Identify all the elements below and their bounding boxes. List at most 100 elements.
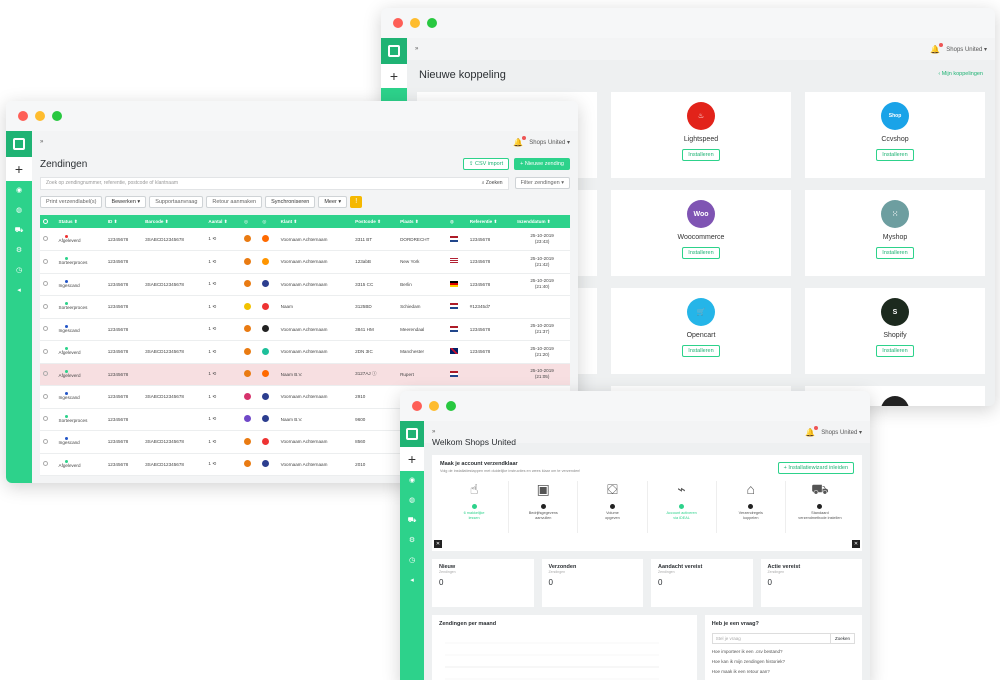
faq-link[interactable]: Hoe importeer ik een .csv bestand? (712, 649, 855, 654)
onboarding-step[interactable]: ☝ 6 makkelijke lessen (440, 481, 510, 533)
settings-icon[interactable]: ⚙ (400, 531, 424, 551)
globe-icon[interactable]: ◍ (6, 201, 32, 221)
column-header[interactable]: Klant ⬍ (278, 215, 352, 228)
row-checkbox[interactable] (40, 453, 56, 476)
row-checkbox[interactable] (40, 228, 56, 251)
support-request-button[interactable]: Supportaanvraag (149, 196, 204, 208)
maximize-window-button[interactable] (446, 401, 456, 411)
column-header[interactable]: Plaats ⬍ (397, 215, 447, 228)
filter-shipments-button[interactable]: Filter zendingen ▾ (514, 177, 570, 189)
column-header[interactable]: Aantal ⬍ (205, 215, 241, 228)
collapse-left-icon[interactable]: ✕ (434, 540, 442, 548)
column-header[interactable]: Inzenddatum ⬍ (514, 215, 570, 228)
stat-card[interactable]: Verzonden Zendingen 0 (541, 559, 643, 607)
row-checkbox[interactable] (40, 430, 56, 454)
stat-card[interactable]: Actie vereist Zendingen 0 (760, 559, 862, 607)
column-header[interactable]: Status ⬍ (56, 215, 105, 228)
close-window-button[interactable] (412, 401, 422, 411)
install-button[interactable]: Installeren (876, 149, 914, 161)
select-all-checkbox[interactable] (40, 215, 56, 228)
row-checkbox[interactable] (40, 273, 56, 296)
megaphone-icon[interactable]: ◂ (400, 571, 424, 591)
question-input[interactable]: Stel je vraag (711, 633, 831, 644)
close-window-button[interactable] (18, 111, 28, 121)
row-checkbox[interactable] (40, 363, 56, 386)
question-search-button[interactable]: Zoeken (830, 633, 855, 644)
close-window-button[interactable] (393, 18, 403, 28)
add-button[interactable]: + (400, 447, 424, 471)
install-button[interactable]: Installeren (682, 247, 720, 259)
add-button[interactable]: + (6, 157, 32, 181)
onboarding-step[interactable]: ▣ Bedrijfsgegevens aanvullen (509, 481, 579, 533)
search-input[interactable]: Zoek op zendingnummer, referentie, postc… (40, 176, 509, 190)
table-row[interactable]: Sorteerproces 12345678 1 ⟲ Voornaam Achtern… (40, 250, 570, 274)
stat-card[interactable]: Nieuw Zendingen 0 (432, 559, 534, 607)
close-onboarding-icon[interactable]: ✕ (852, 540, 860, 548)
table-row[interactable]: Sorteerproces 12345678 1 ⟲ Naam 3125BD Schied… (40, 295, 570, 319)
my-links-link[interactable]: ‹ Mijn koppelingen (938, 71, 983, 77)
app-logo[interactable] (381, 38, 407, 64)
table-row[interactable]: Afgeleverd 12345678 3SABCD12345678 1 ⟲ Voorn… (40, 228, 570, 251)
row-checkbox[interactable] (40, 295, 56, 319)
create-return-button[interactable]: Retour aanmaken (206, 196, 263, 208)
settings-icon[interactable]: ⚙ (6, 241, 32, 261)
shop-select[interactable]: Shops United ▾ (821, 429, 862, 436)
install-button[interactable]: Installeren (876, 247, 914, 259)
edit-button[interactable]: Bewerken ▾ (105, 196, 147, 208)
row-checkbox[interactable] (40, 318, 56, 341)
add-button[interactable]: + (381, 64, 407, 88)
dashboard-icon[interactable]: ◉ (6, 181, 32, 201)
row-checkbox[interactable] (40, 340, 56, 364)
megaphone-icon[interactable]: ◂ (6, 281, 32, 301)
app-logo[interactable] (400, 421, 424, 447)
row-checkbox[interactable] (40, 408, 56, 431)
minimize-window-button[interactable] (410, 18, 420, 28)
row-checkbox[interactable] (40, 385, 56, 409)
row-checkbox[interactable] (40, 250, 56, 274)
column-header[interactable]: Postcode ⬍ (352, 215, 397, 228)
install-button[interactable]: Installeren (876, 345, 914, 357)
install-button[interactable]: Installeren (682, 149, 720, 161)
sidebar-toggle-icon[interactable]: » (415, 46, 418, 52)
truck-icon[interactable]: ⛟ (400, 511, 424, 531)
warning-icon[interactable]: ! (350, 196, 363, 208)
onboarding-step[interactable]: ⌁ Account activeren via iDEAL (648, 481, 717, 533)
onboarding-step[interactable]: ⛋ Volume opgeven (578, 481, 648, 533)
clock-icon[interactable]: ◷ (400, 551, 424, 571)
bell-icon[interactable]: 🔔 (805, 425, 819, 437)
table-row[interactable]: Afgeleverd 12345678 1 ⟲ Naam B.V. 3127AJ ⓘ Ru… (40, 363, 570, 386)
stat-card[interactable]: Aandacht vereist Zendingen 0 (651, 559, 753, 607)
install-button[interactable]: Installeren (682, 345, 720, 357)
sidebar-toggle-icon[interactable]: » (40, 139, 43, 145)
csv-import-button[interactable]: ⇪ CSV import (462, 158, 510, 170)
faq-link[interactable]: Hoe kan ik mijn zendingen historiek? (712, 659, 855, 664)
print-labels-button[interactable]: Print verzendlabel(s) (40, 196, 103, 208)
column-header[interactable]: Referentie ⬍ (467, 215, 514, 228)
bell-icon[interactable]: 🔔 (930, 42, 944, 54)
shop-select[interactable]: Shops United ▾ (946, 46, 987, 53)
minimize-window-button[interactable] (35, 111, 45, 121)
synchronize-button[interactable]: Synchroniseren (265, 196, 316, 208)
maximize-window-button[interactable] (427, 18, 437, 28)
new-shipment-button[interactable]: + Nieuwe zending (514, 158, 570, 170)
table-row[interactable]: Ingescand 12345678 1 ⟲ Voornaam Achternaam 3… (40, 318, 570, 341)
sidebar-toggle-icon[interactable]: » (432, 429, 435, 435)
onboarding-step[interactable]: ⌂ Verzendregels koppelen (717, 481, 786, 533)
column-header[interactable]: ID ⬍ (105, 215, 142, 228)
app-logo[interactable] (6, 131, 32, 157)
search-button[interactable]: ⌕ Zoeken (482, 178, 503, 189)
column-header[interactable]: Barcode ⬍ (142, 215, 205, 228)
truck-icon[interactable]: ⛟ (6, 221, 32, 241)
install-wizard-button[interactable]: + Installatiewizard inleiden (777, 462, 854, 474)
shop-select[interactable]: Shops United ▾ (529, 139, 570, 146)
globe-icon[interactable]: ◍ (400, 491, 424, 511)
faq-link[interactable]: Hoe maak ik een retour aan? (712, 669, 855, 674)
table-row[interactable]: Ingescand 12345678 3SABCD12345678 1 ⟲ Voorna… (40, 273, 570, 296)
dashboard-icon[interactable]: ◉ (400, 471, 424, 491)
more-button[interactable]: Meer ▾ (318, 196, 348, 208)
onboarding-step[interactable]: ⛟ Standaard verzendmethode instellen (786, 481, 854, 533)
table-row[interactable]: Afgeleverd 12345678 3SABCD12345678 1 ⟲ Voorn… (40, 340, 570, 364)
clock-icon[interactable]: ◷ (6, 261, 32, 281)
minimize-window-button[interactable] (429, 401, 439, 411)
maximize-window-button[interactable] (52, 111, 62, 121)
